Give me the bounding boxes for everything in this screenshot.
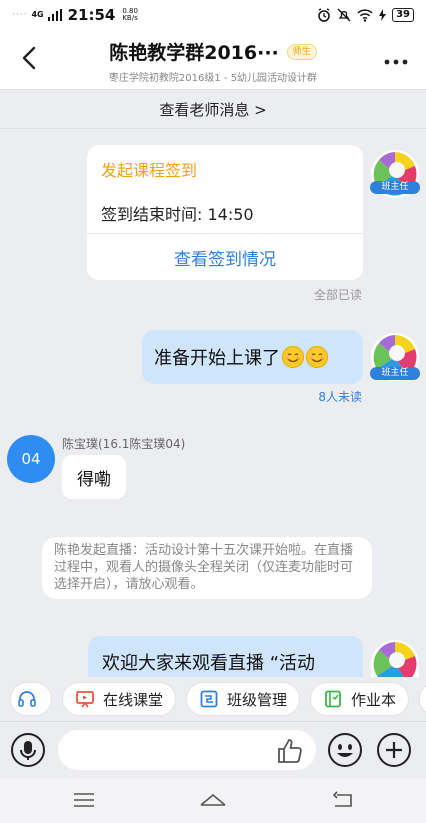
message-bubble-ready[interactable]: 准备开始上课了: [142, 330, 363, 384]
system-nav-bar: [0, 778, 426, 823]
back-button[interactable]: [14, 40, 44, 76]
home-icon: [200, 793, 226, 806]
more-tools-button[interactable]: [419, 682, 426, 716]
system-notice-live: 陈艳发起直播：活动设计第十五次课开始啦。在直播过程中，观看人的摄像头全程关闭（仅…: [42, 537, 372, 599]
emoji-face-icon: [328, 733, 362, 767]
battery-icon: 39: [392, 8, 414, 22]
headset-button[interactable]: [10, 682, 52, 716]
thumbs-up-icon: [278, 739, 302, 763]
chevron-left-icon: [22, 46, 36, 70]
class-manage-button[interactable]: 班级管理: [186, 682, 301, 716]
smile-emoji-icon: [306, 346, 328, 368]
message-bubble-student[interactable]: 得嘞: [62, 455, 126, 499]
checkin-end-time: 签到结束时间: 14:50: [101, 205, 254, 224]
student-avatar[interactable]: 04: [7, 435, 55, 483]
menu-icon: [74, 793, 94, 807]
checkin-card-title: 发起课程签到: [101, 161, 198, 180]
checkin-card[interactable]: 发起课程签到 签到结束时间: 14:50 查看签到情况: [87, 145, 363, 280]
class-manage-label: 班级管理: [227, 690, 288, 709]
card-divider: [87, 233, 363, 234]
view-checkin-link[interactable]: 查看签到情况: [87, 245, 363, 270]
home-nav-button[interactable]: [199, 790, 227, 814]
group-subtitle: 枣庄学院初教院2016级1 - 5幼儿园活动设计群: [108, 73, 318, 84]
online-class-label: 在线课堂: [103, 690, 164, 709]
network-speed: 0.80 KB/s: [122, 7, 138, 22]
class-manage-icon: [200, 690, 218, 708]
voice-button[interactable]: [10, 732, 46, 768]
unread-count[interactable]: 8人未读: [318, 388, 362, 405]
homeroom-teacher-tag: 班主任: [370, 181, 420, 194]
online-class-button[interactable]: 在线课堂: [62, 682, 177, 716]
wifi-icon: [357, 8, 373, 22]
more-dots-icon: [384, 59, 408, 65]
more-button[interactable]: [384, 46, 408, 71]
teacher-avatar-image: [371, 640, 419, 677]
back-nav-button[interactable]: [331, 790, 355, 814]
chat-header: 陈艳教学群2016··· 师生 枣庄学院初教院2016级1 - 5幼儿园活动设计…: [0, 30, 426, 90]
teacher-student-badge: 师生: [286, 43, 317, 60]
read-status[interactable]: 全部已读: [314, 286, 362, 303]
menu-nav-button[interactable]: [73, 790, 95, 814]
thumbs-up-button[interactable]: [276, 737, 304, 769]
homeroom-teacher-tag: 班主任: [370, 367, 420, 380]
presentation-icon: [76, 691, 94, 708]
alarm-icon: [318, 8, 330, 22]
teacher-avatar[interactable]: [371, 640, 419, 677]
homework-icon: [325, 690, 341, 708]
emoji-button[interactable]: [327, 732, 363, 768]
message-text: 欢迎大家来观看直播 “活动: [102, 653, 316, 674]
message-input-bar: [0, 721, 426, 777]
view-teacher-messages-link[interactable]: 查看老师消息 >: [0, 91, 426, 129]
headset-icon: [18, 691, 36, 707]
clock: 21:54: [67, 6, 116, 24]
signal-weak-icon: ····: [12, 10, 28, 20]
group-title: 陈艳教学群2016···: [109, 42, 279, 64]
chat-title-area[interactable]: 陈艳教学群2016··· 师生 枣庄学院初教院2016级1 - 5幼儿园活动设计…: [60, 38, 366, 84]
signal-icon: [47, 9, 62, 21]
status-bar: ···· 4G 21:54 0.80 KB/s 39: [0, 0, 426, 30]
quick-toolbar: 在线课堂 班级管理 作业本: [0, 677, 426, 721]
message-text: 准备开始上课了: [154, 348, 280, 369]
microphone-icon: [11, 733, 45, 767]
homework-button[interactable]: 作业本: [310, 682, 410, 716]
network-type: 4G: [31, 10, 44, 19]
sender-name: 陈宝璞(16.1陈宝璞04): [62, 437, 186, 451]
return-icon: [332, 791, 352, 807]
homework-label: 作业本: [351, 690, 397, 709]
mute-icon: [337, 8, 351, 22]
smile-emoji-icon: [282, 346, 304, 368]
plus-icon: [377, 733, 411, 767]
charging-icon: [379, 9, 387, 21]
message-bubble-welcome[interactable]: 欢迎大家来观看直播 “活动: [88, 636, 363, 678]
add-button[interactable]: [376, 732, 412, 768]
